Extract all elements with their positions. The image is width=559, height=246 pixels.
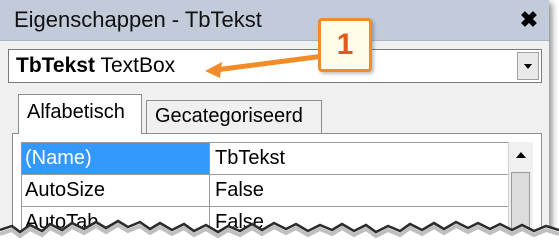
property-value[interactable]: False [210, 175, 508, 206]
object-type: TextBox [100, 54, 176, 77]
callout-badge: 1 [318, 18, 372, 72]
close-icon[interactable]: ✖ [517, 8, 541, 32]
property-name[interactable]: (Name) [22, 143, 210, 174]
chevron-up-icon[interactable] [509, 142, 533, 168]
property-value[interactable]: TbTekst [210, 143, 508, 174]
property-row[interactable]: (Name) TbTekst [22, 143, 508, 175]
tab-gecategoriseerd[interactable]: Gecategoriseerd [146, 100, 322, 134]
torn-edge [0, 219, 559, 246]
object-name: TbTekst [16, 54, 95, 77]
title-bar[interactable]: Eigenschappen - TbTekst ✖ [0, 0, 549, 41]
chevron-down-icon[interactable] [517, 52, 539, 80]
property-name[interactable]: AutoSize [22, 175, 210, 206]
object-selector[interactable]: TbTekst TextBox [8, 49, 542, 83]
window-title: Eigenschappen - TbTekst [14, 7, 262, 32]
object-selector-text: TbTekst TextBox [16, 54, 175, 78]
tab-alfabetisch[interactable]: Alfabetisch [18, 94, 142, 134]
properties-window: Eigenschappen - TbTekst ✖ TbTekst TextBo… [0, 0, 549, 236]
property-row[interactable]: AutoSize False [22, 175, 508, 207]
